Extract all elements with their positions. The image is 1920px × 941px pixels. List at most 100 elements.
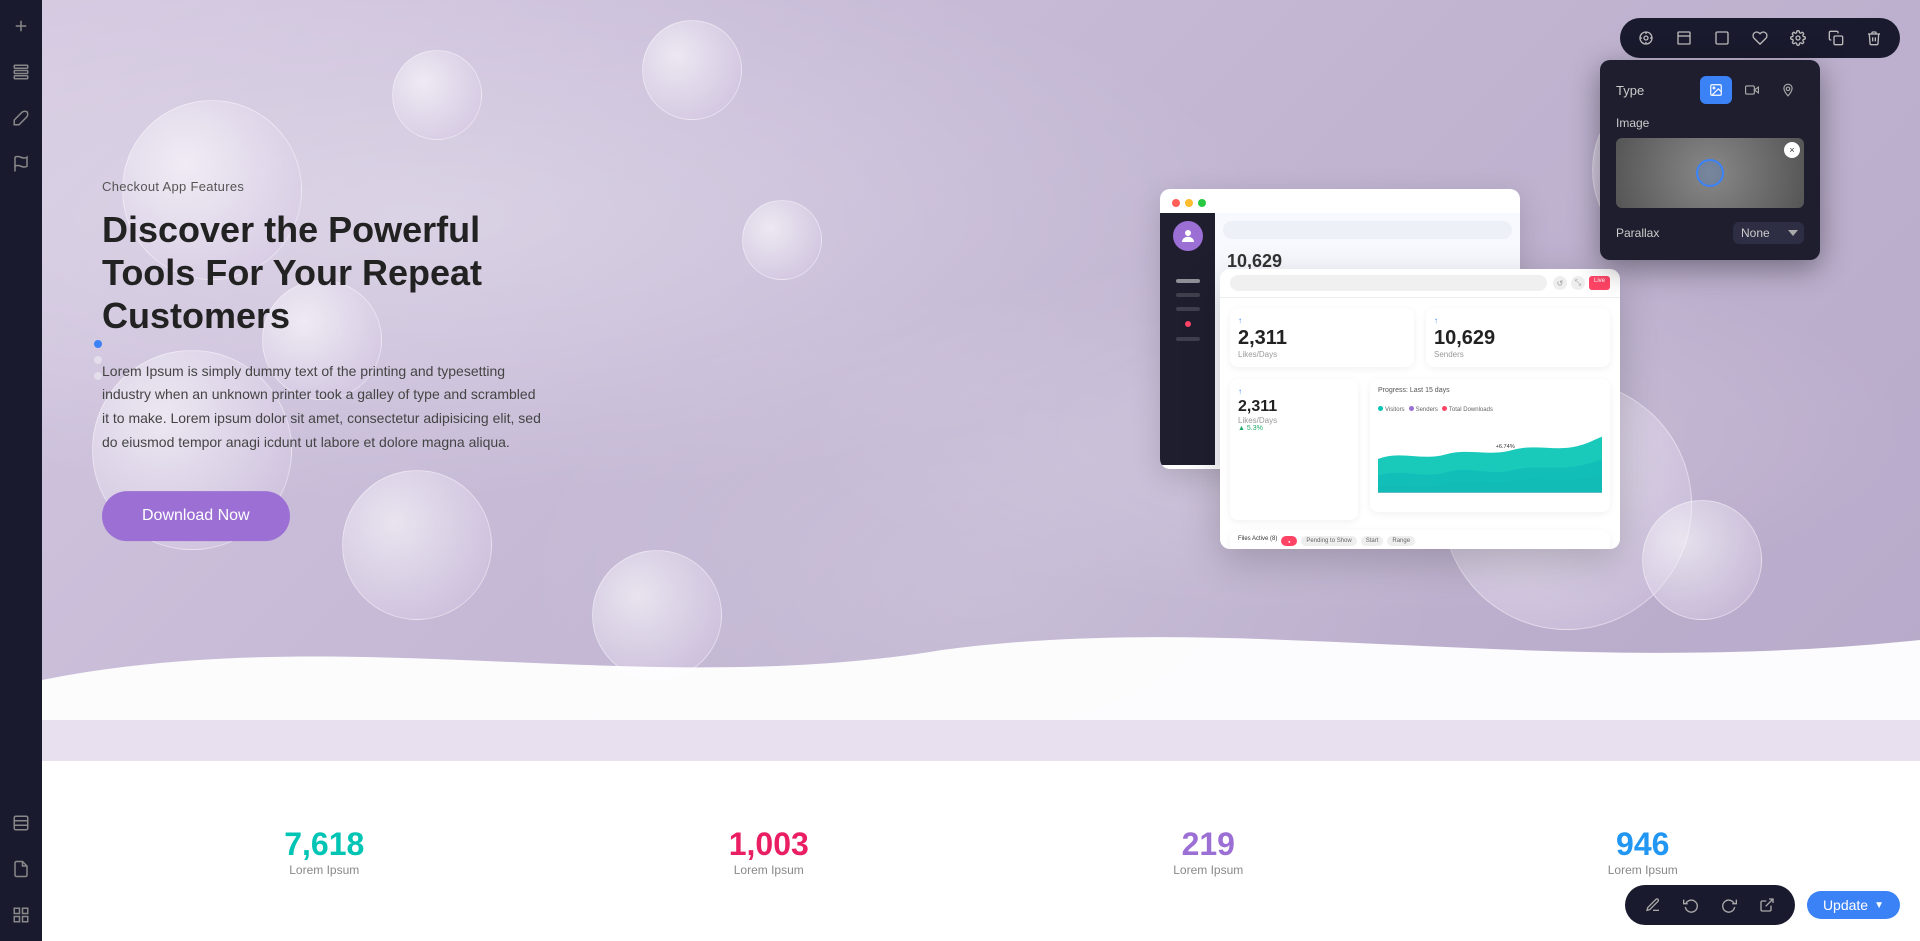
parallax-label: Parallax bbox=[1616, 226, 1659, 240]
stat-arrow: ↑ bbox=[1434, 316, 1602, 325]
filter-tag[interactable]: Start bbox=[1361, 536, 1384, 546]
bottom-stat-4: 946 Lorem Ipsum bbox=[1608, 826, 1678, 877]
layers-icon[interactable] bbox=[7, 58, 35, 86]
svg-text:+6.74%: +6.74% bbox=[1496, 444, 1515, 450]
stat-box-1: ↑ 2,311 Likes/Days bbox=[1230, 308, 1414, 367]
icon-btn: ↺ bbox=[1553, 276, 1567, 290]
bottom-stat-value-3: 219 bbox=[1173, 826, 1243, 863]
bottom-stat-label-1: Lorem Ipsum bbox=[284, 863, 364, 877]
top-toolbar bbox=[1620, 18, 1900, 58]
bottom-stat-value-2: 1,003 bbox=[729, 826, 809, 863]
stat-value-3: 2,311 bbox=[1238, 398, 1350, 416]
indicator-3[interactable] bbox=[94, 372, 102, 380]
type-options bbox=[1700, 76, 1804, 104]
pencil-tool-button[interactable] bbox=[1639, 891, 1667, 919]
bottom-stat-label-4: Lorem Ipsum bbox=[1608, 863, 1678, 877]
layout-icon[interactable] bbox=[7, 809, 35, 837]
image-panel-label: Image bbox=[1616, 116, 1804, 130]
update-label: Update bbox=[1823, 897, 1868, 913]
sidebar-item bbox=[1176, 337, 1200, 341]
status-badge: Live bbox=[1589, 276, 1610, 290]
stat-value-2: 10,629 bbox=[1434, 327, 1602, 350]
plus-icon[interactable] bbox=[7, 12, 35, 40]
filter-tag[interactable]: Pending to Show bbox=[1301, 536, 1356, 546]
sidebar-item bbox=[1176, 279, 1200, 283]
stat-arrow: ↑ bbox=[1238, 387, 1350, 396]
stats-row: ↑ 2,311 Likes/Days ↑ 10,629 Senders bbox=[1230, 308, 1610, 367]
copy-button[interactable] bbox=[1822, 24, 1850, 52]
water-drop bbox=[642, 20, 742, 120]
front-main: ↑ 2,311 Likes/Days ↑ 10,629 Senders bbox=[1220, 298, 1620, 542]
type-panel: Type Image × Parallax None Slow bbox=[1600, 60, 1820, 260]
screenshot-front-body: ↑ 2,311 Likes/Days ↑ 10,629 Senders bbox=[1220, 298, 1620, 542]
chart-title-row: Progress: Last 15 days bbox=[1378, 387, 1602, 394]
type-image-button[interactable] bbox=[1700, 76, 1732, 104]
download-now-button[interactable]: Download Now bbox=[102, 491, 290, 541]
chart-title: Progress: Last 15 days bbox=[1378, 387, 1450, 394]
type-panel-header: Type bbox=[1616, 76, 1804, 104]
heart-button[interactable] bbox=[1746, 24, 1774, 52]
parallax-select[interactable]: None Slow Medium Fast bbox=[1733, 222, 1804, 244]
indicator-2[interactable] bbox=[94, 356, 102, 364]
legend-label: Senders bbox=[1416, 407, 1438, 413]
indicator-1[interactable] bbox=[94, 340, 102, 348]
bottom-stat-1: 7,618 Lorem Ipsum bbox=[284, 826, 364, 877]
table-filters: Files Active (8) ● Pending to Show Start… bbox=[1238, 536, 1602, 546]
filter-tag[interactable]: Range bbox=[1387, 536, 1415, 546]
window-controls bbox=[1160, 189, 1520, 213]
update-button[interactable]: Update ▼ bbox=[1807, 891, 1900, 919]
legend-dot-teal bbox=[1378, 406, 1383, 411]
image-close-button[interactable]: × bbox=[1784, 142, 1800, 158]
front-search-bar bbox=[1230, 275, 1547, 291]
legend-label: Total Downloads bbox=[1449, 407, 1493, 413]
legend-dot-pink bbox=[1442, 406, 1447, 411]
dot-value: ● bbox=[1288, 539, 1290, 544]
file-icon[interactable] bbox=[7, 855, 35, 883]
app-screenshots: 10,629 Visitors ↺ bbox=[1140, 189, 1640, 569]
grid-icon[interactable] bbox=[7, 901, 35, 929]
brush-icon[interactable] bbox=[7, 104, 35, 132]
bottom-stat-label-3: Lorem Ipsum bbox=[1173, 863, 1243, 877]
status-dot-red: ● bbox=[1281, 536, 1297, 546]
undo-button[interactable] bbox=[1677, 891, 1705, 919]
update-chevron-icon: ▼ bbox=[1874, 900, 1884, 911]
delete-button[interactable] bbox=[1860, 24, 1888, 52]
hero-title: Discover the Powerful Tools For Your Rep… bbox=[102, 208, 542, 338]
type-panel-label: Type bbox=[1616, 83, 1644, 98]
hero-body: Lorem Ipsum is simply dummy text of the … bbox=[102, 360, 542, 455]
parallax-row: Parallax None Slow Medium Fast bbox=[1616, 222, 1804, 244]
external-link-button[interactable] bbox=[1753, 891, 1781, 919]
crop-button[interactable] bbox=[1670, 24, 1698, 52]
type-video-button[interactable] bbox=[1736, 76, 1768, 104]
water-drop bbox=[742, 200, 822, 280]
screenshot-front: ↺ ⤡ Live ↑ 2,311 Likes/Days bbox=[1220, 269, 1620, 549]
sidebar-item bbox=[1176, 293, 1200, 297]
redo-button[interactable] bbox=[1715, 891, 1743, 919]
left-sidebar bbox=[0, 0, 42, 941]
app-sidebar bbox=[1160, 213, 1215, 465]
sidebar-item bbox=[1176, 307, 1200, 311]
type-map-button[interactable] bbox=[1772, 76, 1804, 104]
maximize-dot bbox=[1198, 199, 1206, 207]
bottom-stat-value-1: 7,618 bbox=[284, 826, 364, 863]
stat-value-1: 2,311 bbox=[1238, 327, 1406, 350]
legend-label: Visitors bbox=[1385, 407, 1405, 413]
target-button[interactable] bbox=[1632, 24, 1660, 52]
hero-subtitle: Checkout App Features bbox=[102, 179, 542, 194]
bottom-stat-label-2: Lorem Ipsum bbox=[729, 863, 809, 877]
image-preview: × bbox=[1616, 138, 1804, 208]
square-button[interactable] bbox=[1708, 24, 1736, 52]
stat-box-2: ↑ 10,629 Senders bbox=[1426, 308, 1610, 367]
stat-change: ▲ 5.3% bbox=[1238, 425, 1350, 432]
hero-wave-svg bbox=[42, 600, 1920, 720]
stat-row-2: ↑ 2,311 Likes/Days ▲ 5.3% Progress: Last… bbox=[1230, 379, 1610, 520]
flag-icon[interactable] bbox=[7, 150, 35, 178]
bottom-stat-3: 219 Lorem Ipsum bbox=[1173, 826, 1243, 877]
screenshot-front-header: ↺ ⤡ Live bbox=[1220, 269, 1620, 298]
minimize-dot bbox=[1185, 199, 1193, 207]
settings-button[interactable] bbox=[1784, 24, 1812, 52]
mini-chart: Progress: Last 15 days Visitors Senders … bbox=[1370, 379, 1610, 512]
table-section: Files Active (8) ● Pending to Show Start… bbox=[1230, 530, 1610, 549]
hero-text-block: Checkout App Features Discover the Power… bbox=[102, 179, 542, 541]
icon-btn: ⤡ bbox=[1571, 276, 1585, 290]
